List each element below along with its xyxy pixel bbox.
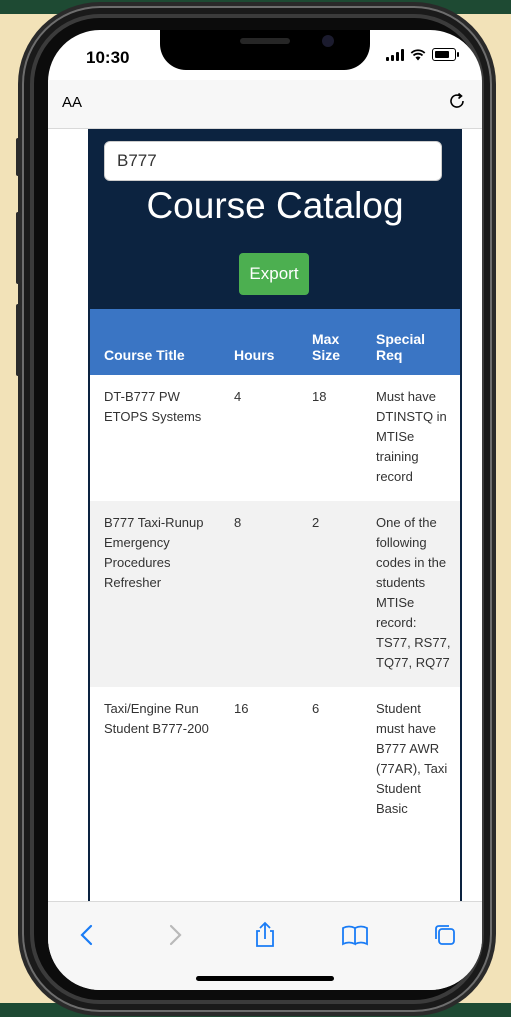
column-header-special-req[interactable]: Special Req [362, 309, 460, 375]
course-table: Course Title Hours Max Size Special Req … [90, 309, 460, 833]
signal-icon [386, 48, 404, 61]
text-size-button[interactable]: AA [62, 94, 82, 111]
cell-max-size: 2 [298, 501, 362, 687]
tabs-icon[interactable] [430, 920, 460, 950]
status-time: 10:30 [86, 48, 130, 67]
forward-icon[interactable] [160, 920, 190, 950]
search-input[interactable] [104, 141, 442, 181]
status-icons [386, 48, 459, 61]
table-row[interactable]: DT-B777 PW ETOPS Systems 4 18 Must have … [90, 375, 460, 501]
cell-special-req: One of the following codes in the studen… [362, 501, 460, 687]
cell-max-size: 18 [312, 389, 327, 404]
address-bar[interactable]: AA [48, 80, 482, 129]
bookmarks-icon[interactable] [340, 920, 370, 950]
front-camera [322, 35, 334, 47]
cell-course-title: DT-B777 PW ETOPS Systems [104, 389, 202, 424]
cell-hours: 8 [220, 501, 298, 687]
battery-icon [432, 48, 459, 61]
screen: 10:30 AA Course Catalog Export [48, 30, 482, 990]
web-content[interactable]: Course Catalog Export Course Title Hours… [48, 129, 482, 901]
course-catalog-panel: Course Catalog Export Course Title Hours… [88, 129, 462, 901]
share-icon[interactable] [250, 920, 280, 950]
reload-icon[interactable] [446, 90, 468, 112]
table-header-row: Course Title Hours Max Size Special Req [90, 309, 460, 375]
cell-max-size: 6 [312, 701, 320, 716]
page-title: Course Catalog [146, 185, 404, 226]
column-header-course-title[interactable]: Course Title [90, 309, 220, 375]
column-header-hours[interactable]: Hours [220, 309, 298, 375]
catalog-header: Course Catalog Export [90, 129, 460, 309]
mute-switch [16, 138, 22, 176]
cell-course-title: B777 Taxi-Runup Emergency Procedures Ref… [90, 501, 220, 687]
cell-course-title: Taxi/Engine Run Student B777-200 [104, 701, 209, 736]
speaker [240, 38, 290, 44]
cell-special-req: Must have DTINSTQ in MTISe training reco… [376, 389, 447, 484]
table-row[interactable]: B777 Taxi-Runup Emergency Procedures Ref… [90, 501, 460, 687]
notch [160, 30, 370, 70]
cell-special-req: Student must have B777 AWR (77AR), Taxi … [376, 701, 448, 816]
cell-hours: 16 [234, 701, 249, 716]
back-icon[interactable] [72, 920, 102, 950]
cell-hours: 4 [234, 389, 242, 404]
home-indicator[interactable] [196, 976, 334, 981]
volume-up-button [16, 212, 22, 284]
column-header-max-size[interactable]: Max Size [298, 309, 362, 375]
wifi-icon [410, 48, 426, 60]
table-row[interactable]: Taxi/Engine Run Student B777-200 16 6 St… [90, 687, 460, 833]
export-button[interactable]: Export [239, 253, 309, 295]
volume-down-button [16, 304, 22, 376]
